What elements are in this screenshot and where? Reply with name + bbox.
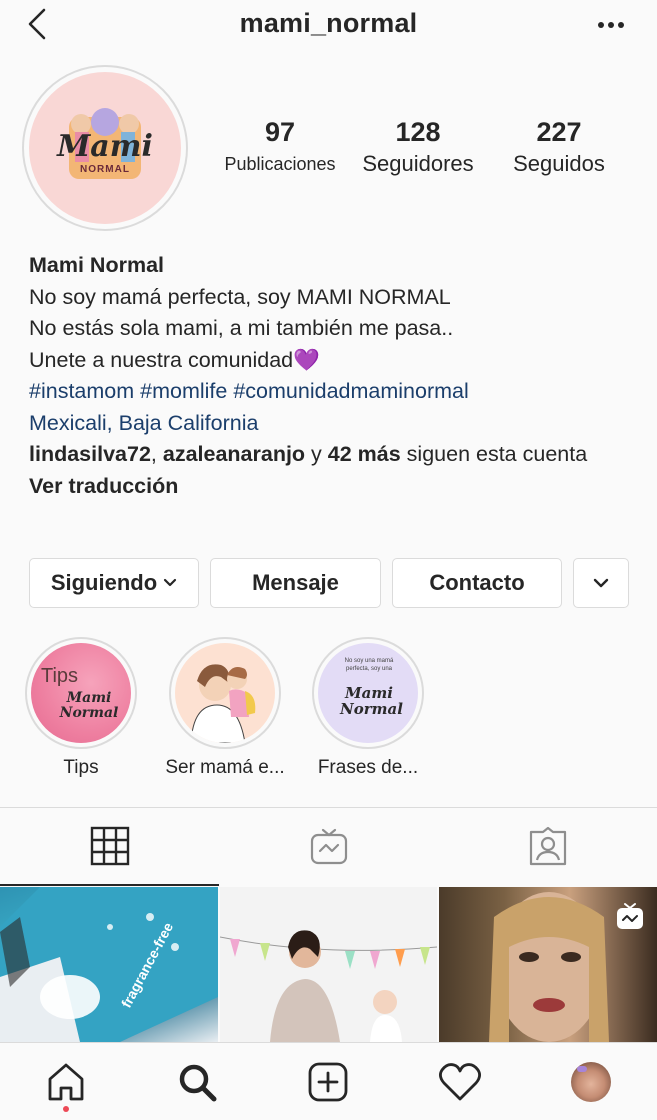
post-image-1 bbox=[0, 887, 218, 1042]
igtv-icon bbox=[310, 828, 347, 865]
highlight-cover-ser-mama bbox=[175, 643, 275, 743]
tab-posts-grid[interactable] bbox=[0, 808, 219, 886]
highlight-label: Frases de... bbox=[317, 757, 419, 778]
highlight-ring bbox=[169, 637, 281, 749]
search-icon bbox=[179, 1064, 217, 1102]
post-thumbnail-2[interactable] bbox=[220, 887, 437, 1042]
followed-by[interactable]: lindasilva72, azaleanaranjo y 42 más sig… bbox=[29, 439, 639, 471]
chevron-down-icon bbox=[164, 578, 177, 587]
contact-button[interactable]: Contacto bbox=[392, 558, 562, 608]
followers-count: 128 bbox=[395, 117, 441, 147]
profile-actions: Siguiendo Mensaje Contacto bbox=[29, 558, 629, 610]
profile-avatar-icon bbox=[571, 1062, 611, 1102]
suggested-accounts-button[interactable] bbox=[573, 558, 629, 608]
bio-line-3: Unete a nuestra comunidad💜 bbox=[29, 347, 320, 372]
post-image-2 bbox=[220, 930, 437, 1042]
more-dots-icon bbox=[598, 22, 624, 28]
igtv-icon bbox=[617, 903, 643, 929]
highlight-ring: Tips Mami Normal bbox=[25, 637, 137, 749]
highlight-ser-mama[interactable]: Ser mamá e... bbox=[155, 637, 295, 779]
post-thumbnail-1[interactable]: fragrance-free bbox=[0, 887, 218, 1042]
highlight-frases[interactable]: No soy una mamá perfecta, soy una Mami N… bbox=[298, 637, 438, 779]
add-post-icon bbox=[308, 1062, 348, 1102]
following-stat[interactable]: 227 Seguidos bbox=[500, 115, 618, 179]
message-button[interactable]: Mensaje bbox=[210, 558, 381, 608]
mother-child-illustration bbox=[190, 664, 256, 743]
bio-line-1: No soy mamá perfecta, soy MAMI NORMAL bbox=[29, 284, 451, 309]
tab-tagged[interactable] bbox=[438, 808, 657, 886]
highlight-cover-tips: Tips Mami Normal bbox=[31, 643, 131, 743]
chevron-down-icon bbox=[593, 578, 609, 588]
nav-search-button[interactable] bbox=[172, 1059, 222, 1105]
followed-by-user-1: lindasilva72 bbox=[29, 442, 151, 466]
followed-by-more: 42 más bbox=[327, 442, 401, 466]
following-button-label: Siguiendo bbox=[50, 570, 158, 595]
notification-dot bbox=[63, 1106, 69, 1112]
highlight-ring: No soy una mamá perfecta, soy una Mami N… bbox=[312, 637, 424, 749]
following-label: Seguidos bbox=[513, 151, 605, 176]
profile-avatar[interactable]: Mami NORMAL bbox=[22, 65, 188, 231]
followed-by-suffix: siguen esta cuenta bbox=[400, 442, 588, 466]
highlight-cover-frases: No soy una mamá perfecta, soy una Mami N… bbox=[318, 643, 418, 743]
bio-hashtags: #instamom #momlife #comunidadmaminormal bbox=[29, 376, 639, 408]
bio-line-2: No estás sola mami, a mi también me pasa… bbox=[29, 316, 454, 340]
highlight-tips[interactable]: Tips Mami Normal Tips bbox=[11, 637, 151, 779]
profile-display-name: Mami Normal bbox=[29, 253, 165, 277]
following-button[interactable]: Siguiendo bbox=[29, 558, 199, 608]
profile-username-title: mami_normal bbox=[239, 8, 418, 38]
followers-stat[interactable]: 128 Seguidores bbox=[353, 115, 483, 179]
location-link[interactable]: Mexicali, Baja California bbox=[29, 408, 639, 440]
igtv-badge bbox=[615, 901, 645, 936]
posts-stat[interactable]: 97 Publicaciones bbox=[216, 115, 344, 179]
highlight-cover-logo: Mami Normal bbox=[340, 684, 403, 718]
heart-icon bbox=[439, 1063, 481, 1101]
hashtag-instamom[interactable]: #instamom bbox=[29, 379, 134, 403]
more-options-button[interactable] bbox=[593, 10, 629, 40]
tab-igtv[interactable] bbox=[219, 808, 438, 886]
nav-home-button[interactable] bbox=[41, 1059, 91, 1105]
highlight-label: Tips bbox=[63, 757, 99, 778]
top-bar: mami_normal bbox=[0, 0, 657, 50]
posts-count: 97 bbox=[264, 117, 296, 147]
post-thumbnail-3[interactable] bbox=[439, 887, 657, 1042]
message-button-label: Mensaje bbox=[252, 570, 339, 595]
avatar-image: Mami NORMAL bbox=[29, 72, 181, 224]
avatar-logo-text: Mami bbox=[57, 128, 153, 164]
nav-new-post-button[interactable] bbox=[303, 1059, 353, 1105]
bottom-navigation bbox=[0, 1042, 657, 1120]
following-count: 227 bbox=[536, 117, 582, 147]
followed-by-user-2: azaleanaranjo bbox=[162, 442, 306, 466]
hashtag-comunidadmaminormal[interactable]: #comunidadmaminormal bbox=[233, 379, 468, 403]
followers-label: Seguidores bbox=[362, 151, 474, 176]
highlight-cover-title: Tips bbox=[41, 665, 79, 687]
see-translation-link[interactable]: Ver traducción bbox=[29, 471, 639, 503]
profile-bio: Mami Normal No soy mamá perfecta, soy MA… bbox=[29, 250, 639, 502]
followed-by-separator: , bbox=[150, 442, 163, 466]
home-icon bbox=[48, 1063, 84, 1101]
nav-profile-button[interactable] bbox=[566, 1059, 616, 1105]
highlight-cover-logo: Mami Normal bbox=[59, 690, 119, 721]
followed-by-conjunction: y bbox=[305, 442, 328, 466]
contact-button-label: Contacto bbox=[429, 570, 525, 595]
posts-label: Publicaciones bbox=[224, 154, 336, 174]
profile-stats: 97 Publicaciones 128 Seguidores 227 Segu… bbox=[210, 115, 630, 185]
avatar-logo-subtext: NORMAL bbox=[80, 163, 130, 175]
nav-activity-button[interactable] bbox=[435, 1059, 485, 1105]
highlight-cover-small-text: No soy una mamá perfecta, soy una bbox=[344, 658, 394, 672]
tagged-user-icon bbox=[529, 826, 566, 866]
highlight-label: Ser mamá e... bbox=[165, 757, 285, 778]
hashtag-momlife[interactable]: #momlife bbox=[140, 379, 227, 403]
grid-icon bbox=[90, 826, 129, 866]
